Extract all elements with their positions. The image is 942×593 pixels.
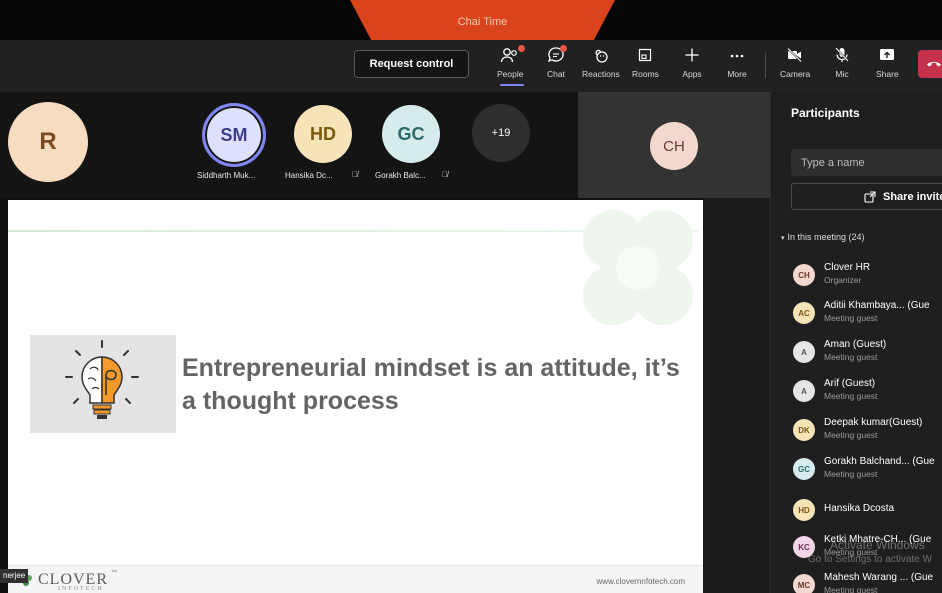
chevron-down-icon: ▾ [781,235,785,242]
participant-search-input[interactable] [791,149,942,176]
os-activation-watermark: Activate Windows [830,538,925,552]
participant-role: Meeting guest [824,352,878,362]
meeting-title: Chai Time [457,16,508,28]
lightbulb-image [30,335,176,433]
rooms-label: Rooms [632,69,659,79]
company-url: www.clovernnfotech.com [596,577,685,586]
participant-name: Aman (Guest) [824,339,887,350]
participant-avatar: A [793,341,815,363]
people-label: People [497,69,524,79]
avatar-r[interactable]: R [8,102,88,182]
chat-label: Chat [547,69,565,79]
participant-role: Meeting guest [824,585,878,593]
share-icon [876,44,898,66]
participant-avatar: HD [793,499,815,521]
mic-off-icon [831,44,853,66]
participant-role: Meeting guest [824,313,878,323]
more-label: More [727,69,747,79]
mic-off-icon: 🎙̸ [442,170,448,179]
reactions-label: Reactions [582,69,620,79]
participant-row[interactable]: HD Hansika Dcosta [793,497,942,531]
participant-row[interactable]: CH Clover HR Organizer [793,262,942,296]
share-invite-label: Share invite [883,190,942,203]
share-invite-button[interactable]: Share invite [791,183,942,210]
participant-row[interactable]: A Aman (Guest) Meeting guest [793,339,942,373]
participant-avatar: CH [793,264,815,286]
participant-row[interactable]: A Arif (Guest) Meeting guest [793,378,942,412]
mic-button[interactable]: Mic [831,44,853,84]
participant-name: Arif (Guest) [824,378,876,389]
brain-lightbulb-icon [65,340,139,419]
people-badge [518,45,525,52]
share-invite-icon [864,190,876,203]
slide-footer: CLOVER ™ INFOTECH www.clovernnfotech.com [8,565,703,593]
participant-role: Meeting guest [824,430,878,440]
avatar-ch: CH [650,122,698,170]
plus-icon [681,44,703,66]
participant-name: Hansika Dcosta [824,503,895,514]
rooms-icon [634,44,656,66]
participant-role: Meeting guest [824,391,878,401]
avatar-gc[interactable]: GC [382,105,440,163]
mic-label: Mic [835,69,849,79]
chat-badge [560,45,567,52]
more-button[interactable]: More [726,44,748,84]
shared-slide: Entrepreneurial mindset is an attitude, … [8,200,703,593]
presenter-name-tag: nerjee [0,569,29,583]
participant-row[interactable]: DK Deepak kumar(Guest) Meeting guest [793,417,942,451]
people-active-indicator [500,84,524,86]
reactions-icon [590,44,612,66]
apps-button[interactable]: Apps [681,44,703,84]
trademark-mark: ™ [111,570,117,576]
participant-name: Clover HR [824,262,871,273]
participant-name-gorakh: Gorakh Balc... [375,171,426,180]
participant-name: Mahesh Warang ... (Gue [824,572,934,583]
mic-off-icon: 🎙̸ [352,170,358,179]
reactions-button[interactable]: Reactions [582,44,620,84]
avatar-sm[interactable]: SM [202,103,266,167]
participant-role: Meeting guest [824,469,878,479]
participant-row[interactable]: AC Aditii Khambaya... (Gue Meeting guest [793,300,942,334]
participant-row[interactable]: MC Mahesh Warang ... (Gue Meeting guest [793,572,942,593]
more-icon [726,44,748,66]
participant-name-hansika: Hansika Dc... [285,171,333,180]
in-meeting-section-header[interactable]: ▾ In this meeting (24) [781,232,865,242]
hangup-icon [927,61,941,67]
clover-watermark-icon [583,210,693,325]
avatar-hd[interactable]: HD [294,105,352,163]
participant-name: Aditii Khambaya... (Gue [824,300,930,311]
in-meeting-section-label: In this meeting (24) [787,232,865,242]
participant-name: Gorakh Balchand... (Gue [824,456,935,467]
os-activation-watermark-sub: Go to Settings to activate W [808,554,932,565]
participant-avatar: MC [793,574,815,593]
participant-name: Deepak kumar(Guest) [824,417,923,428]
slide-heading: Entrepreneurial mindset is an attitude, … [182,354,680,415]
participant-role: Organizer [824,275,862,285]
panel-title: Participants [791,106,860,120]
share-button[interactable]: Share [876,44,899,84]
leave-button[interactable] [918,50,942,78]
participant-avatar: DK [793,419,815,441]
camera-off-icon [784,44,806,66]
camera-label: Camera [780,69,811,79]
more-participants-counter[interactable]: +19 [472,104,530,162]
rooms-button[interactable]: Rooms [632,44,659,84]
participant-row[interactable]: GC Gorakh Balchand... (Gue Meeting guest [793,456,942,490]
apps-label: Apps [682,69,702,79]
request-control-button[interactable]: Request control [354,50,469,78]
toolbar-separator [765,52,766,78]
participant-avatar: A [793,380,815,402]
camera-button[interactable]: Camera [780,44,810,84]
share-label: Share [876,69,899,79]
stage-background [703,198,770,593]
clover-logo-subtext: INFOTECH [58,586,104,592]
participants-panel: Participants Share invite ▾In this meeti… [770,92,942,593]
participant-avatar: GC [793,458,815,480]
participant-avatar: AC [793,302,815,324]
participant-name-siddharth: Siddharth Muk... [197,171,256,180]
